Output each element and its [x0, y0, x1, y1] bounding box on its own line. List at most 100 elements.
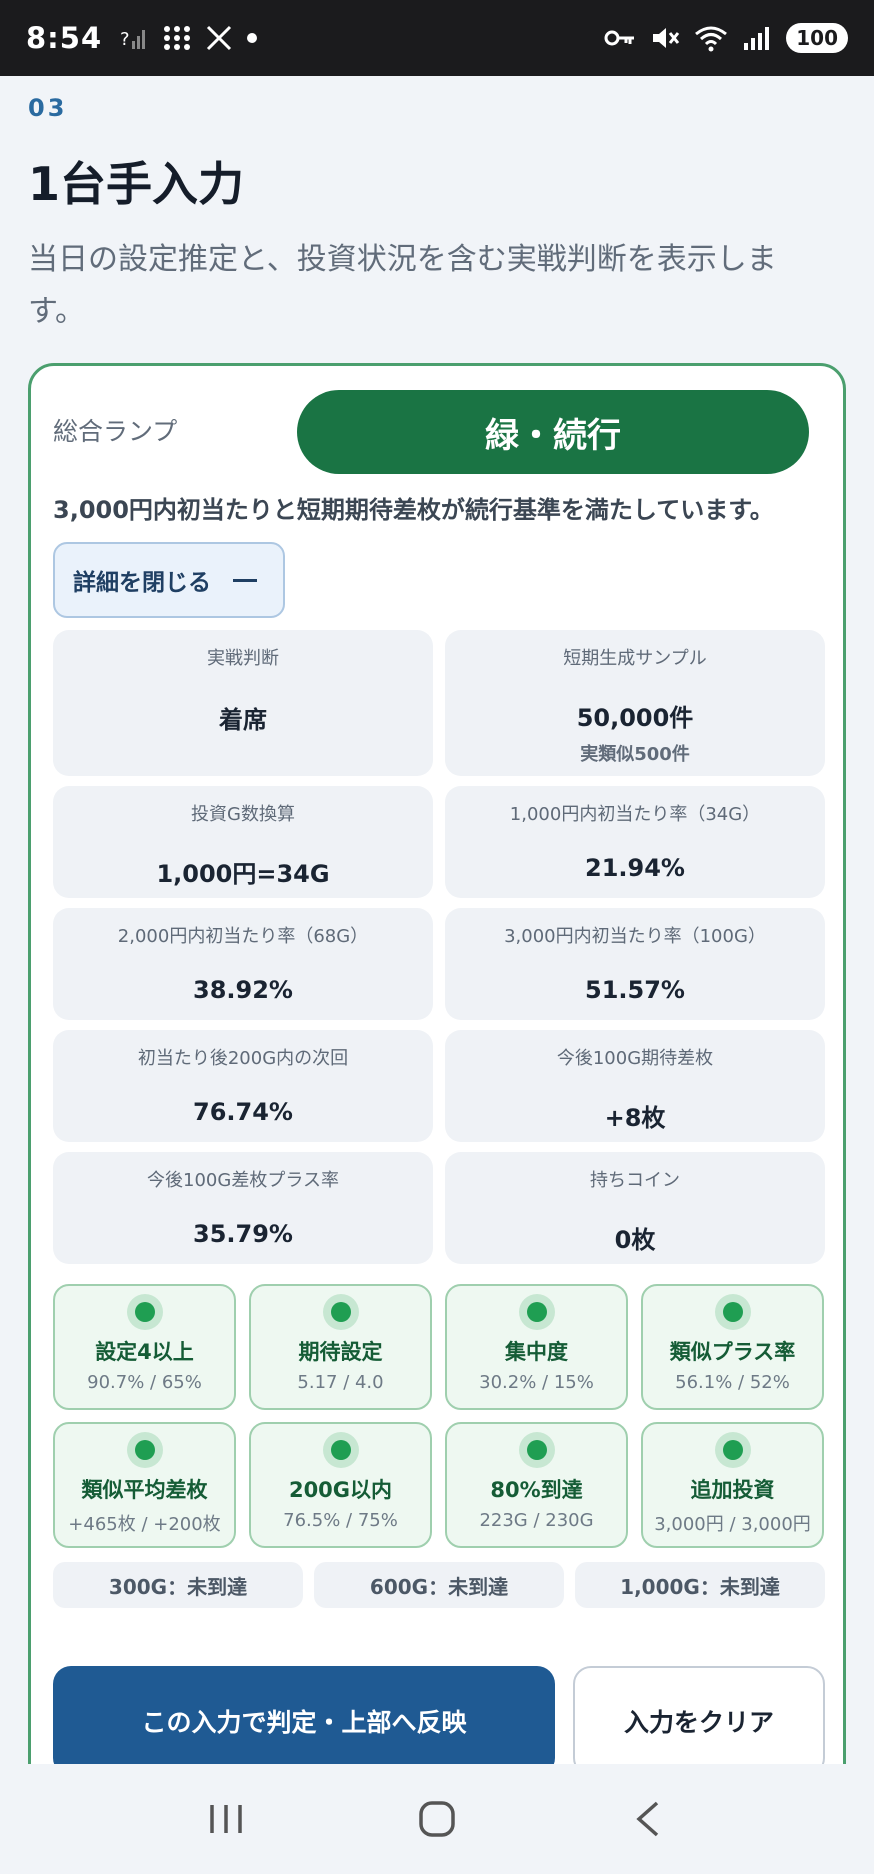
stat-value: 76.74% — [193, 1098, 293, 1126]
svg-text:?: ? — [120, 29, 130, 50]
check-title: 80%到達 — [490, 1478, 583, 1502]
status-dot-icon — [518, 1432, 555, 1468]
cell-signal-icon — [744, 27, 770, 50]
home-button[interactable] — [397, 1789, 477, 1849]
stat-card: 短期生成サンプル 50,000件 実類似500件 — [445, 630, 825, 776]
grid-dots-icon — [164, 26, 191, 50]
check-values: 76.5% / 75% — [283, 1510, 398, 1531]
status-bar: 8:54 ? 100 — [0, 0, 874, 76]
milestone-300g: 300G：未到達 — [53, 1562, 303, 1608]
x-logo-icon — [207, 25, 232, 51]
stat-card: 今後100G差枚プラス率 35.79% — [53, 1152, 433, 1264]
battery-level: 100 — [786, 23, 848, 53]
back-button[interactable] — [608, 1789, 688, 1849]
status-dot-icon — [518, 1294, 555, 1330]
stat-value: 着席 — [219, 706, 267, 734]
milestone-600g: 600G：未到達 — [314, 1562, 564, 1608]
recent-apps-icon — [209, 1805, 242, 1833]
stat-card: 2,000円内初当たり率（68G） 38.92% — [53, 908, 433, 1020]
details-toggle-label: 詳細を閉じる — [73, 570, 211, 596]
stat-value: 38.92% — [193, 976, 293, 1004]
stat-value: 21.94% — [585, 854, 685, 882]
check-card: 設定4以上 90.7% / 65% — [53, 1284, 236, 1410]
stat-card: 持ちコイン 0枚 — [445, 1152, 825, 1264]
stat-card: 今後100G期待差枚 +8枚 — [445, 1030, 825, 1142]
stat-card: 1,000円内初当たり率（34G） 21.94% — [445, 786, 825, 898]
check-values: 30.2% / 15% — [479, 1372, 594, 1393]
status-time: 8:54 — [26, 21, 103, 55]
lamp-reason: 3,000円内初当たりと短期期待差枚が続行基準を満たしています。 — [53, 496, 774, 524]
stat-card: 3,000円内初当たり率（100G） 51.57% — [445, 908, 825, 1020]
check-title: 期待設定 — [298, 1340, 383, 1364]
milestone-1000g: 1,000G：未到達 — [575, 1562, 825, 1608]
check-card: 類似プラス率 56.1% / 52% — [641, 1284, 824, 1410]
stat-card: 投資G数換算 1,000円=34G — [53, 786, 433, 898]
check-title: 集中度 — [505, 1340, 568, 1364]
recent-apps-button[interactable] — [186, 1789, 266, 1849]
judge-apply-button[interactable]: この入力で判定・上部へ反映 — [53, 1666, 555, 1776]
stat-value: 1,000円=34G — [156, 860, 330, 888]
stat-card: 実戦判断 着席 — [53, 630, 433, 776]
stat-label: 実戦判断 — [207, 648, 279, 669]
stat-value: +8枚 — [604, 1104, 666, 1132]
mute-icon — [653, 28, 680, 48]
stat-value: 51.57% — [585, 976, 685, 1004]
check-values: 5.17 / 4.0 — [297, 1372, 384, 1393]
stat-value: 50,000件 — [576, 704, 694, 732]
signal-question-icon: ? — [120, 29, 146, 50]
section-number: 03 — [28, 94, 68, 122]
check-title: 類似平均差枚 — [81, 1478, 208, 1502]
stat-value: 0枚 — [614, 1226, 656, 1254]
judgement-card: 総合ランプ 緑・続行 3,000円内初当たりと短期期待差枚が続行基準を満たしてい… — [28, 363, 846, 1874]
check-card: 期待設定 5.17 / 4.0 — [249, 1284, 432, 1410]
check-card: 類似平均差枚 +465枚 / +200枚 — [53, 1422, 236, 1548]
stat-label: 今後100G期待差枚 — [556, 1048, 714, 1069]
stat-value: 35.79% — [193, 1220, 293, 1248]
check-values: 3,000円 / 3,000円 — [654, 1514, 811, 1535]
check-card: 追加投資 3,000円 / 3,000円 — [641, 1422, 824, 1548]
back-icon — [636, 1801, 659, 1837]
status-dot-icon — [322, 1432, 359, 1468]
check-title: 設定4以上 — [95, 1340, 194, 1364]
milestone-row: 300G：未到達 600G：未到達 1,000G：未到達 — [53, 1562, 825, 1608]
stat-label: 短期生成サンプル — [563, 648, 707, 669]
clear-input-button[interactable]: 入力をクリア — [573, 1666, 825, 1776]
minus-icon — [233, 578, 257, 582]
stat-label: 今後100G差枚プラス率 — [147, 1170, 339, 1191]
stat-label: 持ちコイン — [590, 1170, 680, 1191]
check-title: 追加投資 — [690, 1478, 775, 1502]
stat-label: 初当たり後200G内の次回 — [137, 1048, 349, 1069]
check-card: 集中度 30.2% / 15% — [445, 1284, 628, 1410]
lamp-status-badge: 緑・続行 — [297, 390, 809, 474]
status-dot-icon — [714, 1294, 751, 1330]
check-card: 80%到達 223G / 230G — [445, 1422, 628, 1548]
status-dot-icon — [322, 1294, 359, 1330]
check-grid-row-1: 設定4以上 90.7% / 65% 期待設定 5.17 / 4.0 集中度 30… — [53, 1284, 825, 1410]
lamp-label: 総合ランプ — [53, 417, 178, 446]
check-grid-row-2: 類似平均差枚 +465枚 / +200枚 200G以内 76.5% / 75% … — [53, 1422, 825, 1548]
home-icon — [419, 1801, 455, 1837]
stat-label: 3,000円内初当たり率（100G） — [504, 926, 766, 947]
check-values: +465枚 / +200枚 — [68, 1514, 221, 1535]
status-dot-icon — [126, 1432, 163, 1468]
page-title: 1台手入力 — [28, 157, 245, 211]
status-dot-icon — [714, 1432, 751, 1468]
check-card: 200G以内 76.5% / 75% — [249, 1422, 432, 1548]
check-title: 200G以内 — [288, 1478, 393, 1502]
check-values: 90.7% / 65% — [87, 1372, 202, 1393]
stat-label: 1,000円内初当たり率（34G） — [509, 804, 761, 825]
check-values: 56.1% / 52% — [675, 1372, 790, 1393]
check-title: 類似プラス率 — [669, 1340, 796, 1364]
status-dot-icon — [126, 1294, 163, 1330]
stat-card: 初当たり後200G内の次回 76.74% — [53, 1030, 433, 1142]
check-values: 223G / 230G — [479, 1510, 594, 1531]
page-description: 当日の設定推定と、投資状況を含む実戦判断を表示します。 — [28, 242, 777, 329]
details-toggle-button[interactable]: 詳細を閉じる — [53, 542, 285, 618]
stat-label: 投資G数換算 — [191, 804, 295, 825]
notification-dot-icon — [247, 33, 258, 43]
stat-label: 2,000円内初当たり率（68G） — [117, 926, 369, 947]
vpn-key-icon — [604, 30, 635, 46]
wifi-icon — [695, 26, 728, 52]
stat-sub: 実類似500件 — [580, 744, 690, 765]
navigation-bar — [0, 1764, 874, 1874]
